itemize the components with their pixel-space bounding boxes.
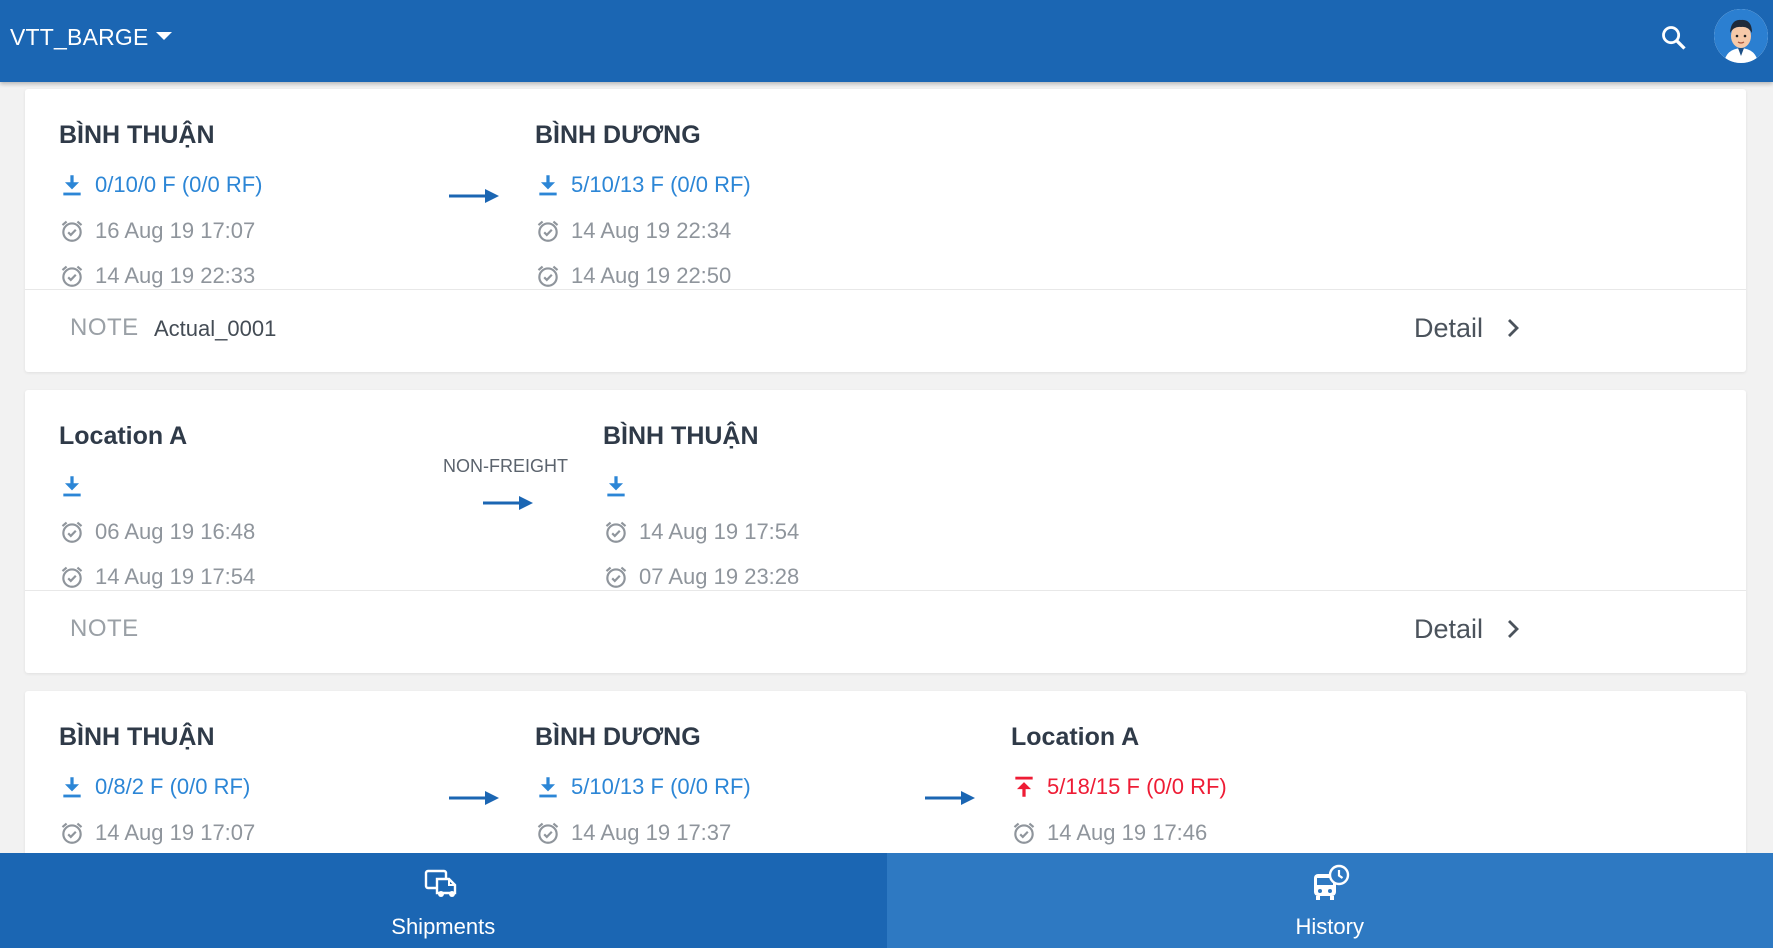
time-text: 14 Aug 19 17:54	[95, 564, 256, 589]
stop-quantity: 0/10/0 F (0/0 RF)	[59, 172, 263, 198]
chevron-right-icon	[1508, 620, 1520, 638]
alarm-icon	[59, 519, 85, 545]
non-freight-label: NON-FREIGHT	[443, 456, 568, 476]
stop-time: 14 Aug 19 17:07	[59, 820, 255, 846]
tab-history[interactable]: History	[886, 853, 1773, 948]
time-text: 06 Aug 19 16:48	[95, 519, 256, 544]
detail-button[interactable]: Detail	[1414, 609, 1523, 649]
download-icon	[59, 172, 85, 198]
download-icon	[59, 774, 85, 800]
bottom-navigation: Shipments History	[0, 853, 1773, 948]
tab-label: History	[1295, 914, 1364, 939]
alarm-icon	[535, 820, 561, 846]
shipment-card: BÌNH THUẬN 0/10/0 F (0/0 RF) 16 Aug 19 1…	[25, 89, 1746, 372]
stop-name: BÌNH THUẬN	[603, 422, 759, 450]
time-text: 16 Aug 19 17:07	[95, 218, 256, 243]
download-icon	[603, 473, 629, 499]
search-button[interactable]	[1656, 20, 1692, 56]
bus-clock-icon	[1313, 864, 1349, 900]
stop-name: BÌNH THUẬN	[59, 121, 215, 149]
note-label: NOTE	[70, 314, 139, 341]
stop-name: BÌNH DƯƠNG	[535, 723, 701, 751]
time-text: 14 Aug 19 17:46	[1047, 820, 1208, 845]
note-value: Actual_0001	[154, 316, 277, 341]
alarm-icon	[535, 218, 561, 244]
alarm-icon	[1011, 820, 1037, 846]
route-arrow-icon	[483, 496, 533, 510]
user-avatar-icon	[1714, 9, 1768, 63]
shipment-route: BÌNH THUẬN 0/10/0 F (0/0 RF) 16 Aug 19 1…	[25, 89, 1746, 290]
time-text: 14 Aug 19 22:33	[95, 263, 256, 288]
stop-time: 14 Aug 19 17:46	[1011, 820, 1207, 846]
alarm-icon	[535, 263, 561, 289]
stop-name: Location A	[1011, 723, 1140, 751]
stop-quantity: 5/10/13 F (0/0 RF)	[535, 774, 751, 800]
truck-icon	[425, 869, 457, 897]
stop-name: Location A	[59, 422, 188, 450]
alarm-icon	[603, 519, 629, 545]
stop-quantity: 5/10/13 F (0/0 RF)	[535, 172, 751, 198]
card-footer: NOTE Actual_0001 Detail	[25, 290, 1746, 372]
stop-quantity: 0/8/2 F (0/0 RF)	[59, 774, 250, 800]
app-title: VTT_BARGE	[10, 24, 149, 50]
alarm-icon	[59, 564, 85, 590]
time-text: 14 Aug 19 22:34	[571, 218, 732, 243]
upload-icon	[1011, 774, 1037, 800]
stop-time: 14 Aug 19 22:34	[535, 218, 731, 244]
stop-time: 07 Aug 19 23:28	[603, 564, 799, 590]
stop-quantity	[603, 473, 639, 499]
stop-time: 14 Aug 19 22:33	[59, 263, 255, 289]
stop-time: 06 Aug 19 16:48	[59, 519, 255, 545]
shipment-card: BÌNH THUẬN 0/8/2 F (0/0 RF) 14 Aug 19 17…	[25, 691, 1746, 853]
card-footer: NOTE Detail	[25, 591, 1746, 673]
quantity-text: 0/10/0 F (0/0 RF)	[95, 172, 263, 197]
alarm-icon	[59, 820, 85, 846]
note-label: NOTE	[70, 615, 139, 642]
tab-shipments[interactable]: Shipments	[0, 853, 887, 948]
quantity-text: 5/18/15 F (0/0 RF)	[1047, 774, 1227, 799]
quantity-text: 5/10/13 F (0/0 RF)	[571, 172, 751, 197]
alarm-icon	[603, 564, 629, 590]
stop-time: 14 Aug 19 17:37	[535, 820, 731, 846]
download-icon	[59, 473, 85, 499]
avatar[interactable]	[1714, 9, 1768, 63]
alarm-icon	[59, 263, 85, 289]
shipment-list[interactable]: BÌNH THUẬN 0/10/0 F (0/0 RF) 16 Aug 19 1…	[0, 82, 1773, 853]
workspace-selector[interactable]: VTT_BARGE	[10, 24, 172, 51]
caret-down-icon	[155, 31, 172, 40]
download-icon	[535, 172, 561, 198]
quantity-text: 5/10/13 F (0/0 RF)	[571, 774, 751, 799]
stop-time: 14 Aug 19 17:54	[59, 564, 255, 590]
shipment-route: Location A 06 Aug 19 16:48 14 Aug 19 17:…	[25, 390, 1746, 591]
stop-time: 14 Aug 19 22:50	[535, 263, 731, 289]
detail-button[interactable]: Detail	[1414, 308, 1523, 348]
shipment-route: BÌNH THUẬN 0/8/2 F (0/0 RF) 14 Aug 19 17…	[25, 691, 1746, 853]
stop-quantity	[59, 473, 95, 499]
route-arrow-icon	[449, 791, 499, 805]
time-text: 07 Aug 19 23:28	[639, 564, 800, 589]
time-text: 14 Aug 19 17:07	[95, 820, 256, 845]
stop-name: BÌNH THUẬN	[59, 723, 215, 751]
chevron-right-icon	[1508, 319, 1520, 337]
route-arrow-icon	[925, 791, 975, 805]
search-icon	[1662, 26, 1686, 50]
app-bar: VTT_BARGE	[0, 0, 1773, 82]
alarm-icon	[59, 218, 85, 244]
quantity-text: 0/8/2 F (0/0 RF)	[95, 774, 251, 799]
stop-quantity: 5/18/15 F (0/0 RF)	[1011, 774, 1227, 800]
stop-time: 16 Aug 19 17:07	[59, 218, 255, 244]
download-icon	[535, 774, 561, 800]
detail-label: Detail	[1414, 613, 1484, 644]
time-text: 14 Aug 19 22:50	[571, 263, 732, 288]
stop-time: 14 Aug 19 17:54	[603, 519, 799, 545]
shipment-card: Location A 06 Aug 19 16:48 14 Aug 19 17:…	[25, 390, 1746, 673]
time-text: 14 Aug 19 17:54	[639, 519, 800, 544]
stop-name: BÌNH DƯƠNG	[535, 121, 701, 149]
detail-label: Detail	[1414, 312, 1484, 343]
tab-label: Shipments	[391, 914, 496, 939]
route-arrow-icon	[449, 189, 499, 203]
time-text: 14 Aug 19 17:37	[571, 820, 732, 845]
